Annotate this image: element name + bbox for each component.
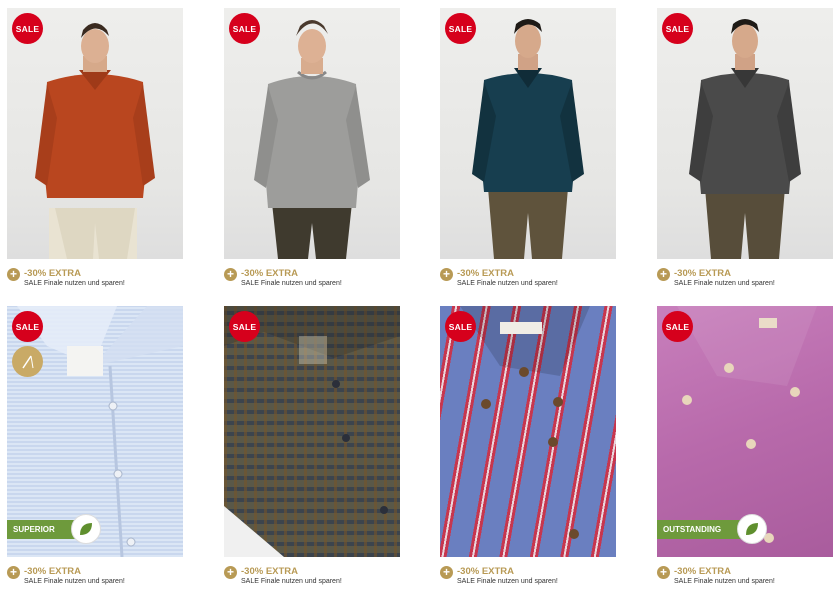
- product-card-7[interactable]: SALE + -30% EXTRA SALE Finale nutzen und…: [440, 306, 616, 596]
- model-rust-polo: [35, 23, 155, 259]
- promo-info: + -30% EXTRA SALE Finale nutzen und spar…: [657, 268, 833, 298]
- sale-badge: SALE: [662, 311, 693, 342]
- plus-icon[interactable]: +: [7, 566, 20, 579]
- promo-title: -30% EXTRA: [674, 566, 732, 577]
- sale-badge: SALE: [229, 13, 260, 44]
- model-grey-polo: [689, 19, 801, 259]
- promo-subtitle: SALE Finale nutzen und sparen!: [674, 280, 775, 287]
- promo-info: + -30% EXTRA SALE Finale nutzen und spar…: [440, 566, 616, 596]
- promo-info: + -30% EXTRA SALE Finale nutzen und spar…: [224, 566, 400, 596]
- product-card-2[interactable]: SALE + -30% EXTRA SALE Finale nutzen und…: [224, 8, 400, 298]
- shirt-plaid: [224, 306, 400, 557]
- badge-label: OUTSTANDING: [663, 525, 722, 534]
- product-card-5[interactable]: SALE SUPERIOR + -30% EXTRA SALE Finale n…: [7, 306, 183, 596]
- promo-title: -30% EXTRA: [24, 268, 82, 279]
- promo-info: + -30% EXTRA SALE Finale nutzen und spar…: [657, 566, 833, 596]
- product-image[interactable]: SALE: [224, 8, 400, 259]
- sale-badge: SALE: [229, 311, 260, 342]
- product-card-8[interactable]: SALE OUTSTANDING + -30% EXTRA SALE Final…: [657, 306, 833, 596]
- product-image[interactable]: SALE: [224, 306, 400, 557]
- plus-icon[interactable]: +: [657, 268, 670, 281]
- model-teal-polo: [472, 19, 584, 259]
- needle-icon: [12, 346, 43, 377]
- plus-icon[interactable]: +: [224, 566, 237, 579]
- promo-subtitle: SALE Finale nutzen und sparen!: [457, 280, 558, 287]
- promo-subtitle: SALE Finale nutzen und sparen!: [24, 578, 125, 585]
- promo-info: + -30% EXTRA SALE Finale nutzen und spar…: [7, 268, 183, 298]
- product-image[interactable]: SALE: [7, 8, 183, 259]
- plus-icon[interactable]: +: [440, 268, 453, 281]
- shirt-blue-red-stripe: [460, 306, 590, 539]
- promo-title: -30% EXTRA: [457, 566, 515, 577]
- product-card-1[interactable]: SALE + -30% EXTRA SALE Finale nutzen und…: [7, 8, 183, 298]
- model-grey-sweater: [254, 20, 370, 259]
- sale-badge: SALE: [445, 13, 476, 44]
- promo-title: -30% EXTRA: [241, 268, 299, 279]
- leaf-icon: [737, 514, 768, 544]
- promo-subtitle: SALE Finale nutzen und sparen!: [457, 578, 558, 585]
- quality-badge: OUTSTANDING: [657, 514, 768, 544]
- promo-info: + -30% EXTRA SALE Finale nutzen und spar…: [440, 268, 616, 298]
- plus-icon[interactable]: +: [440, 566, 453, 579]
- product-image[interactable]: SALE OUTSTANDING: [657, 306, 833, 557]
- leaf-icon: [70, 514, 101, 544]
- plus-icon[interactable]: +: [7, 268, 20, 281]
- promo-subtitle: SALE Finale nutzen und sparen!: [24, 280, 125, 287]
- sale-badge: SALE: [12, 311, 43, 342]
- product-card-3[interactable]: SALE + -30% EXTRA SALE Finale nutzen und…: [440, 8, 616, 298]
- badge-label: SUPERIOR: [13, 525, 55, 534]
- sale-badge: SALE: [662, 13, 693, 44]
- promo-subtitle: SALE Finale nutzen und sparen!: [241, 280, 342, 287]
- plus-icon[interactable]: +: [657, 566, 670, 579]
- product-card-6[interactable]: SALE + -30% EXTRA SALE Finale nutzen und…: [224, 306, 400, 596]
- sale-badge: SALE: [12, 13, 43, 44]
- sale-badge: SALE: [445, 311, 476, 342]
- product-image[interactable]: SALE SUPERIOR: [7, 306, 183, 557]
- product-card-4[interactable]: SALE + -30% EXTRA SALE Finale nutzen und…: [657, 8, 833, 298]
- product-image[interactable]: SALE: [440, 8, 616, 259]
- promo-subtitle: SALE Finale nutzen und sparen!: [241, 578, 342, 585]
- quality-badge: SUPERIOR: [7, 514, 101, 544]
- promo-info: + -30% EXTRA SALE Finale nutzen und spar…: [224, 268, 400, 298]
- promo-title: -30% EXTRA: [241, 566, 299, 577]
- promo-subtitle: SALE Finale nutzen und sparen!: [674, 578, 775, 585]
- promo-title: -30% EXTRA: [24, 566, 82, 577]
- plus-icon[interactable]: +: [224, 268, 237, 281]
- promo-title: -30% EXTRA: [674, 268, 732, 279]
- product-image[interactable]: SALE: [440, 306, 616, 557]
- promo-info: + -30% EXTRA SALE Finale nutzen und spar…: [7, 566, 183, 596]
- product-image[interactable]: SALE: [657, 8, 833, 259]
- promo-title: -30% EXTRA: [457, 268, 515, 279]
